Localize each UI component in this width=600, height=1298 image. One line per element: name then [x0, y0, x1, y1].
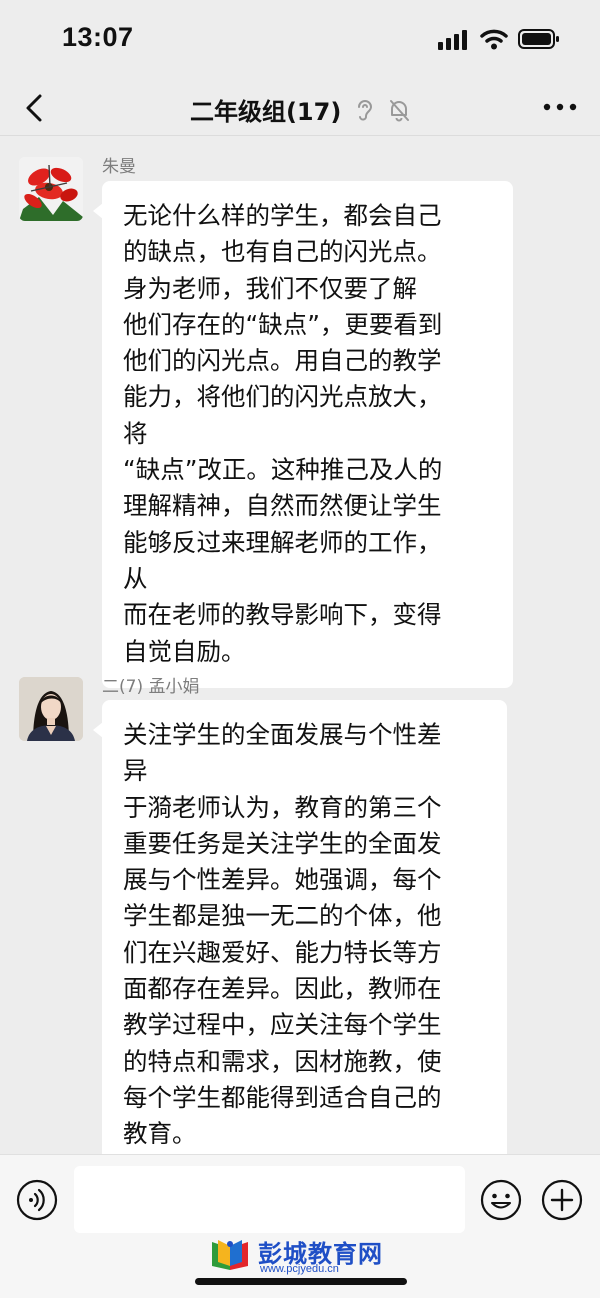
woman-portrait-avatar-icon [19, 677, 83, 741]
watermark-url: www.pcjyedu.cn [260, 1263, 339, 1275]
sender-name: 二(7) 孟小娟 [102, 677, 200, 697]
emoji-icon[interactable] [480, 1179, 522, 1221]
signal-icon [438, 30, 467, 50]
plus-icon[interactable] [541, 1179, 583, 1221]
status-time: 13:07 [62, 22, 134, 52]
chat-area[interactable]: 朱曼 无论什么样的学生，都会自己 的缺点，也有自己的闪光点。 身为老师，我们不仅… [0, 137, 600, 1171]
battery-icon [518, 29, 559, 49]
avatar[interactable] [19, 157, 83, 221]
home-indicator [195, 1278, 407, 1285]
wifi-icon [480, 29, 508, 50]
voice-icon[interactable] [16, 1179, 58, 1221]
avatar[interactable] [19, 677, 83, 741]
message-bubble[interactable]: 无论什么样的学生，都会自己 的缺点，也有自己的闪光点。 身为老师，我们不仅要了解… [93, 181, 513, 688]
book-logo-icon [212, 1240, 248, 1270]
sender-name: 朱曼 [102, 157, 136, 177]
red-flower-avatar-icon [19, 157, 83, 221]
message-input[interactable] [74, 1166, 465, 1233]
more-icon[interactable] [542, 100, 578, 114]
status-bar: 13:07 [0, 0, 600, 80]
nav-bar: 二年级组(17) [0, 80, 600, 136]
message-bubble[interactable]: 关注学生的全面发展与个性差 异 于漪老师认为，教育的第三个 重要任务是关注学生的… [93, 700, 507, 1171]
bell-muted-icon [390, 99, 410, 121]
input-bar [0, 1154, 600, 1298]
chat-title-group[interactable]: 二年级组(17) [0, 92, 600, 127]
ear-icon [357, 99, 372, 121]
chat-title: 二年级组(17) [189, 98, 342, 126]
